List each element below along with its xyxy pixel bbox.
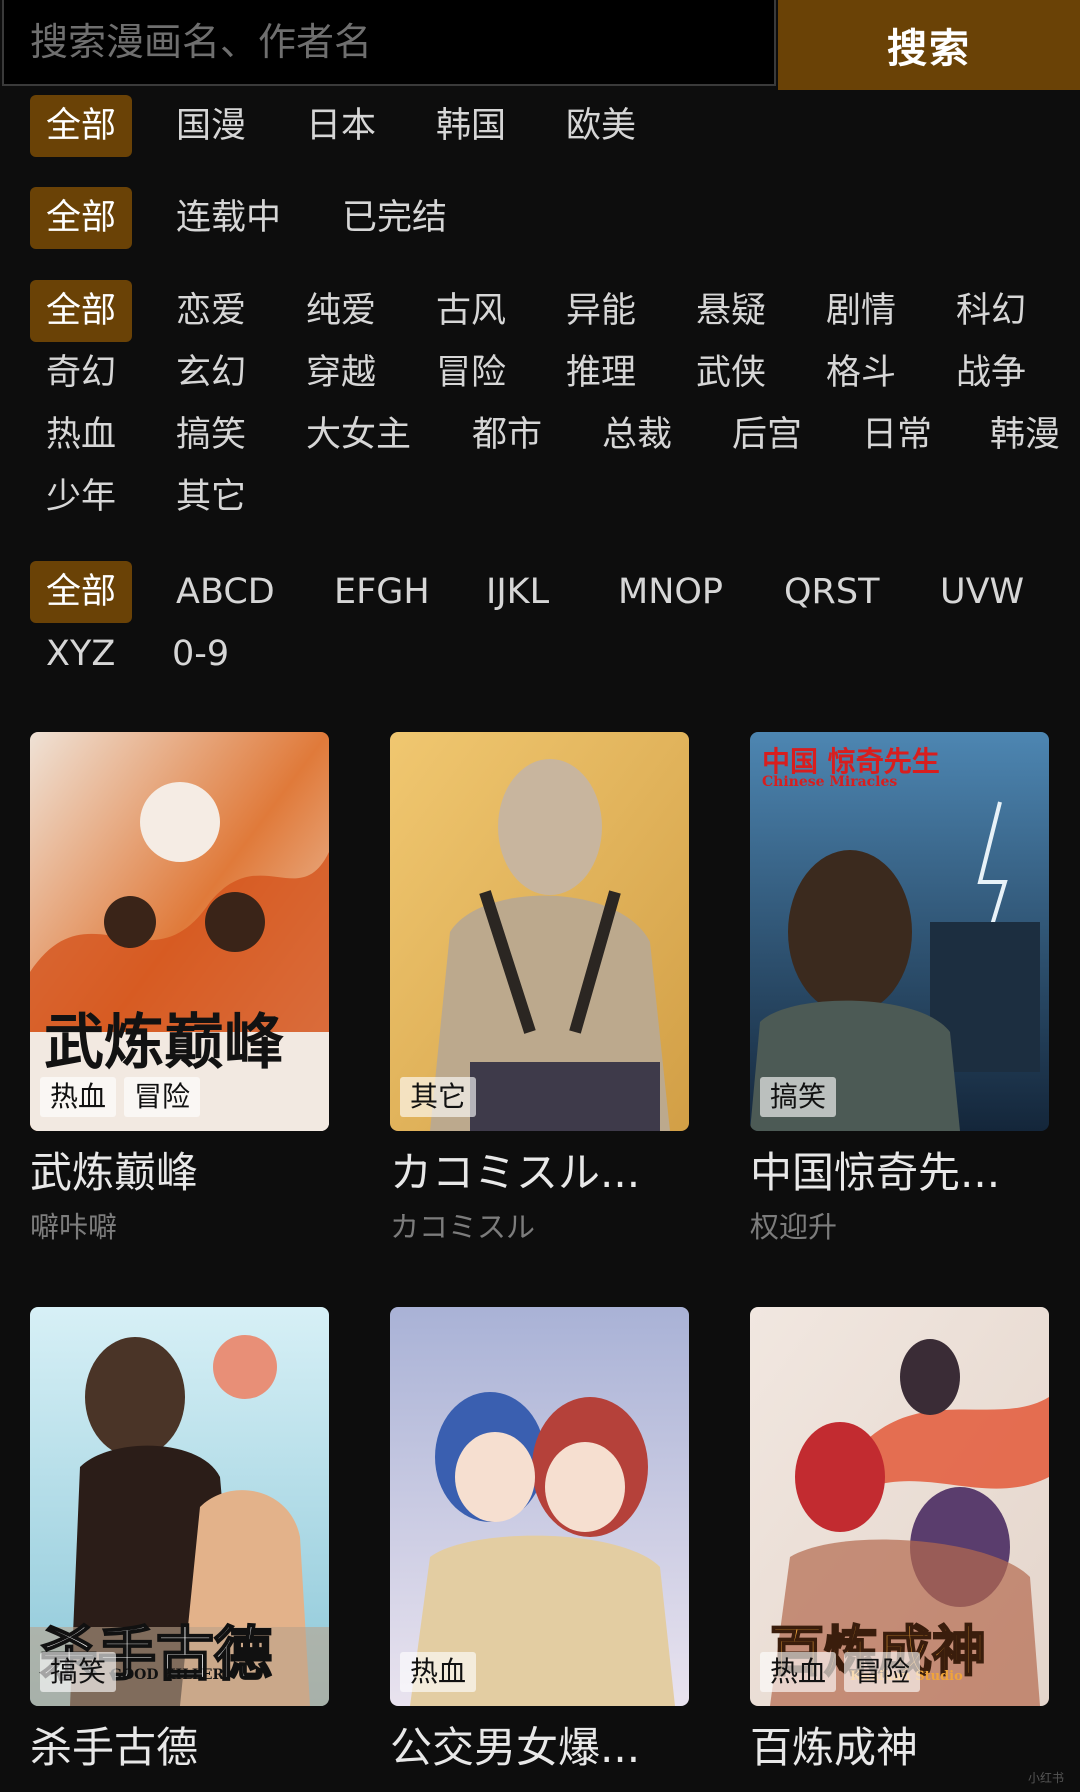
letter-chip[interactable]: XYZ — [30, 623, 131, 685]
comic-title[interactable]: カコミスル... — [390, 1145, 689, 1201]
comic-title[interactable]: 中国惊奇先... — [750, 1145, 1049, 1201]
letter-chip[interactable]: EFGH — [318, 561, 446, 623]
cover-art — [750, 732, 1049, 1131]
letter-chip-all[interactable]: 全部 — [30, 561, 133, 623]
region-chip[interactable]: 欧美 — [550, 95, 652, 157]
genre-chip[interactable]: 恋爱 — [160, 280, 262, 342]
region-chip[interactable]: 韩国 — [420, 95, 522, 157]
genre-tag: 热血 — [400, 1652, 477, 1692]
genre-tag: 冒险 — [124, 1077, 201, 1117]
comic-card[interactable]: 热血 公交男女爆... — [390, 1307, 689, 1782]
tag-list: 热血 冒险 — [40, 1077, 201, 1117]
letter-chip[interactable]: QRST — [768, 561, 895, 623]
genre-chip[interactable]: 少年 — [30, 466, 132, 528]
comic-cover[interactable]: 百炼成神 Kuaikan Studio 热血 冒险 — [750, 1307, 1049, 1706]
genre-chip[interactable]: 推理 — [550, 342, 652, 404]
comic-title[interactable]: 武炼巅峰 — [30, 1145, 329, 1201]
cover-title-art: 武炼巅峰 — [44, 1008, 284, 1078]
genre-chip[interactable]: 搞笑 — [160, 404, 262, 466]
region-filter: 全部 国漫 日本 韩国 欧美 — [30, 95, 1080, 159]
genre-chip[interactable]: 格斗 — [810, 342, 912, 404]
genre-chip[interactable]: 玄幻 — [160, 342, 262, 404]
genre-filter: 全部 恋爱 纯爱 古风 异能 悬疑 剧情 科幻 奇幻 玄幻 穿越 冒险 推理 武… — [30, 280, 1080, 530]
comic-cover[interactable]: 热血 — [390, 1307, 689, 1706]
genre-chip[interactable]: 奇幻 — [30, 342, 132, 404]
region-chip[interactable]: 国漫 — [160, 95, 262, 157]
genre-chip[interactable]: 武侠 — [680, 342, 782, 404]
comic-title[interactable]: 公交男女爆... — [390, 1720, 689, 1776]
genre-chip-all[interactable]: 全部 — [30, 280, 133, 342]
genre-chip[interactable]: 穿越 — [290, 342, 392, 404]
cover-art — [390, 1307, 689, 1706]
comic-author: 权迎升 — [750, 1210, 838, 1244]
genre-chip[interactable]: 日常 — [846, 404, 948, 466]
genre-chip[interactable]: 都市 — [456, 404, 558, 466]
comic-card[interactable]: 百炼成神 Kuaikan Studio 热血 冒险 百炼成神 — [750, 1307, 1049, 1782]
letter-chip[interactable]: IJKL — [470, 561, 565, 623]
comic-author: 噼咔噼 — [30, 1210, 118, 1244]
genre-chip[interactable]: 冒险 — [420, 342, 522, 404]
genre-chip[interactable]: 韩漫 — [974, 404, 1076, 466]
comic-title[interactable]: 百炼成神 — [750, 1720, 1049, 1776]
status-chip[interactable]: 连载中 — [160, 187, 297, 249]
comic-title[interactable]: 杀手古德 — [30, 1720, 329, 1776]
comic-cover[interactable]: 武炼巅峰 热血 冒险 — [30, 732, 329, 1131]
genre-tag: 搞笑 — [760, 1077, 837, 1117]
search-button[interactable]: 搜索 — [778, 0, 1080, 90]
letter-filter: 全部 ABCD EFGH IJKL MNOP QRST UVW XYZ 0-9 — [30, 561, 1080, 689]
tag-list: 搞笑 — [40, 1652, 117, 1692]
comic-card[interactable]: 武炼巅峰 热血 冒险 武炼巅峰 噼咔噼 — [30, 732, 329, 1247]
genre-chip[interactable]: 剧情 — [810, 280, 912, 342]
cover-subtitle-art: GOOD KILLER — [110, 1667, 225, 1683]
search-input[interactable] — [2, 0, 776, 86]
cover-art — [390, 732, 689, 1131]
genre-chip[interactable]: 科幻 — [940, 280, 1042, 342]
tag-list: 其它 — [400, 1077, 477, 1117]
watermark: 小红书 — [1027, 1771, 1064, 1785]
genre-chip[interactable]: 总裁 — [586, 404, 688, 466]
comic-cover[interactable]: 杀手古德 GOOD KILLER 搞笑 — [30, 1307, 329, 1706]
genre-chip[interactable]: 其它 — [160, 466, 262, 528]
genre-chip[interactable]: 古风 — [420, 280, 522, 342]
genre-tag: 其它 — [400, 1077, 477, 1117]
comic-card[interactable]: 杀手古德 GOOD KILLER 搞笑 杀手古德 — [30, 1307, 329, 1782]
genre-chip[interactable]: 异能 — [550, 280, 652, 342]
comic-cover[interactable]: 中国 惊奇先生 Chinese Miracles 搞笑 — [750, 732, 1049, 1131]
letter-chip[interactable]: MNOP — [602, 561, 739, 623]
genre-chip[interactable]: 热血 — [30, 404, 132, 466]
genre-chip[interactable]: 后宫 — [716, 404, 818, 466]
letter-chip[interactable]: 0-9 — [156, 623, 245, 685]
status-chip-all[interactable]: 全部 — [30, 187, 133, 249]
status-chip[interactable]: 已完结 — [326, 187, 463, 249]
search-bar: 搜索 — [0, 0, 1080, 90]
tag-list: 搞笑 — [760, 1077, 837, 1117]
comic-author: カコミスル — [390, 1210, 536, 1244]
region-chip-all[interactable]: 全部 — [30, 95, 133, 157]
region-chip[interactable]: 日本 — [290, 95, 392, 157]
tag-list: 热血 — [400, 1652, 477, 1692]
genre-chip[interactable]: 悬疑 — [680, 280, 782, 342]
comic-card[interactable]: 其它 カコミスル... カコミスル — [390, 732, 689, 1247]
status-filter: 全部 连载中 已完结 — [30, 187, 1080, 251]
cover-subtitle-art: Chinese Miracles — [762, 774, 898, 790]
comic-cover[interactable]: 其它 — [390, 732, 689, 1131]
genre-chip[interactable]: 纯爱 — [290, 280, 392, 342]
genre-chip[interactable]: 战争 — [940, 342, 1042, 404]
genre-tag: 热血 — [40, 1077, 117, 1117]
letter-chip[interactable]: UVW — [924, 561, 1040, 623]
genre-tag: 热血 — [760, 1652, 837, 1692]
tag-list: 热血 冒险 — [760, 1652, 921, 1692]
genre-chip[interactable]: 大女主 — [290, 404, 427, 466]
letter-chip[interactable]: ABCD — [160, 561, 291, 623]
genre-tag: 搞笑 — [40, 1652, 117, 1692]
genre-tag: 冒险 — [844, 1652, 921, 1692]
comic-card[interactable]: 中国 惊奇先生 Chinese Miracles 搞笑 中国惊奇先... 权迎升 — [750, 732, 1049, 1247]
